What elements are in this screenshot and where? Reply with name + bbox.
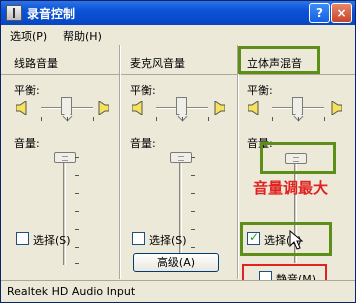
status-text: Realtek HD Audio Input — [7, 285, 136, 298]
balance-slider-thumb[interactable] — [176, 97, 187, 115]
speaker-right-icon — [98, 101, 109, 115]
select-label: 选择(S) — [149, 234, 187, 247]
speaker-left-icon — [248, 101, 259, 115]
balance-slider-thumb[interactable] — [292, 97, 303, 115]
close-button[interactable]: × — [331, 3, 352, 23]
select-label: 选择(S) — [33, 234, 71, 247]
panel-microphone-volume: 麦克风音量 平衡: 音量: 选择(S) 高级(A) — [120, 45, 237, 279]
select-checkbox[interactable] — [16, 232, 29, 245]
balance-slider-thumb[interactable] — [61, 97, 72, 115]
menu-help[interactable]: 帮助(H) — [63, 28, 102, 44]
select-checkbox[interactable] — [132, 232, 145, 245]
volume-slider-thumb[interactable] — [170, 152, 192, 163]
help-button[interactable]: ? — [309, 3, 330, 23]
balance-label: 平衡: — [14, 84, 40, 97]
window-title: 录音控制 — [27, 7, 76, 21]
recording-control-window: 录音控制 ? × 选项(P) 帮助(H) 线路音量 平衡: 音量: 选择(S) … — [0, 0, 356, 303]
highlight-volume-thumb — [260, 142, 336, 174]
speaker-right-icon — [331, 101, 342, 115]
volume-slider-thumb[interactable] — [54, 152, 76, 163]
advanced-button[interactable]: 高级(A) — [133, 253, 219, 272]
volume-label: 音量: — [14, 137, 40, 150]
mouse-cursor-icon — [289, 230, 303, 250]
speaker-left-icon — [132, 101, 143, 115]
highlight-stereo-mix-title — [238, 46, 320, 74]
highlight-select-checkbox — [240, 222, 332, 256]
menu-options[interactable]: 选项(P) — [10, 28, 47, 44]
panel-line-volume: 线路音量 平衡: 音量: 选择(S) — [1, 45, 118, 279]
panel-title: 线路音量 — [14, 57, 58, 70]
annotation-volume-max: 音量调最大 — [253, 179, 329, 197]
panel-title: 麦克风音量 — [130, 57, 185, 70]
title-bar: 录音控制 ? × — [1, 1, 355, 25]
status-bar: Realtek HD Audio Input — [1, 280, 355, 302]
speaker-right-icon — [214, 101, 225, 115]
balance-label: 平衡: — [130, 84, 156, 97]
speaker-left-icon — [16, 101, 27, 115]
menu-bar: 选项(P) 帮助(H) — [1, 25, 355, 44]
volume-slider-track[interactable] — [63, 155, 66, 265]
volume-label: 音量: — [130, 137, 156, 150]
balance-label: 平衡: — [247, 84, 273, 97]
volume-slider-track[interactable] — [179, 155, 182, 265]
app-icon — [6, 5, 22, 21]
